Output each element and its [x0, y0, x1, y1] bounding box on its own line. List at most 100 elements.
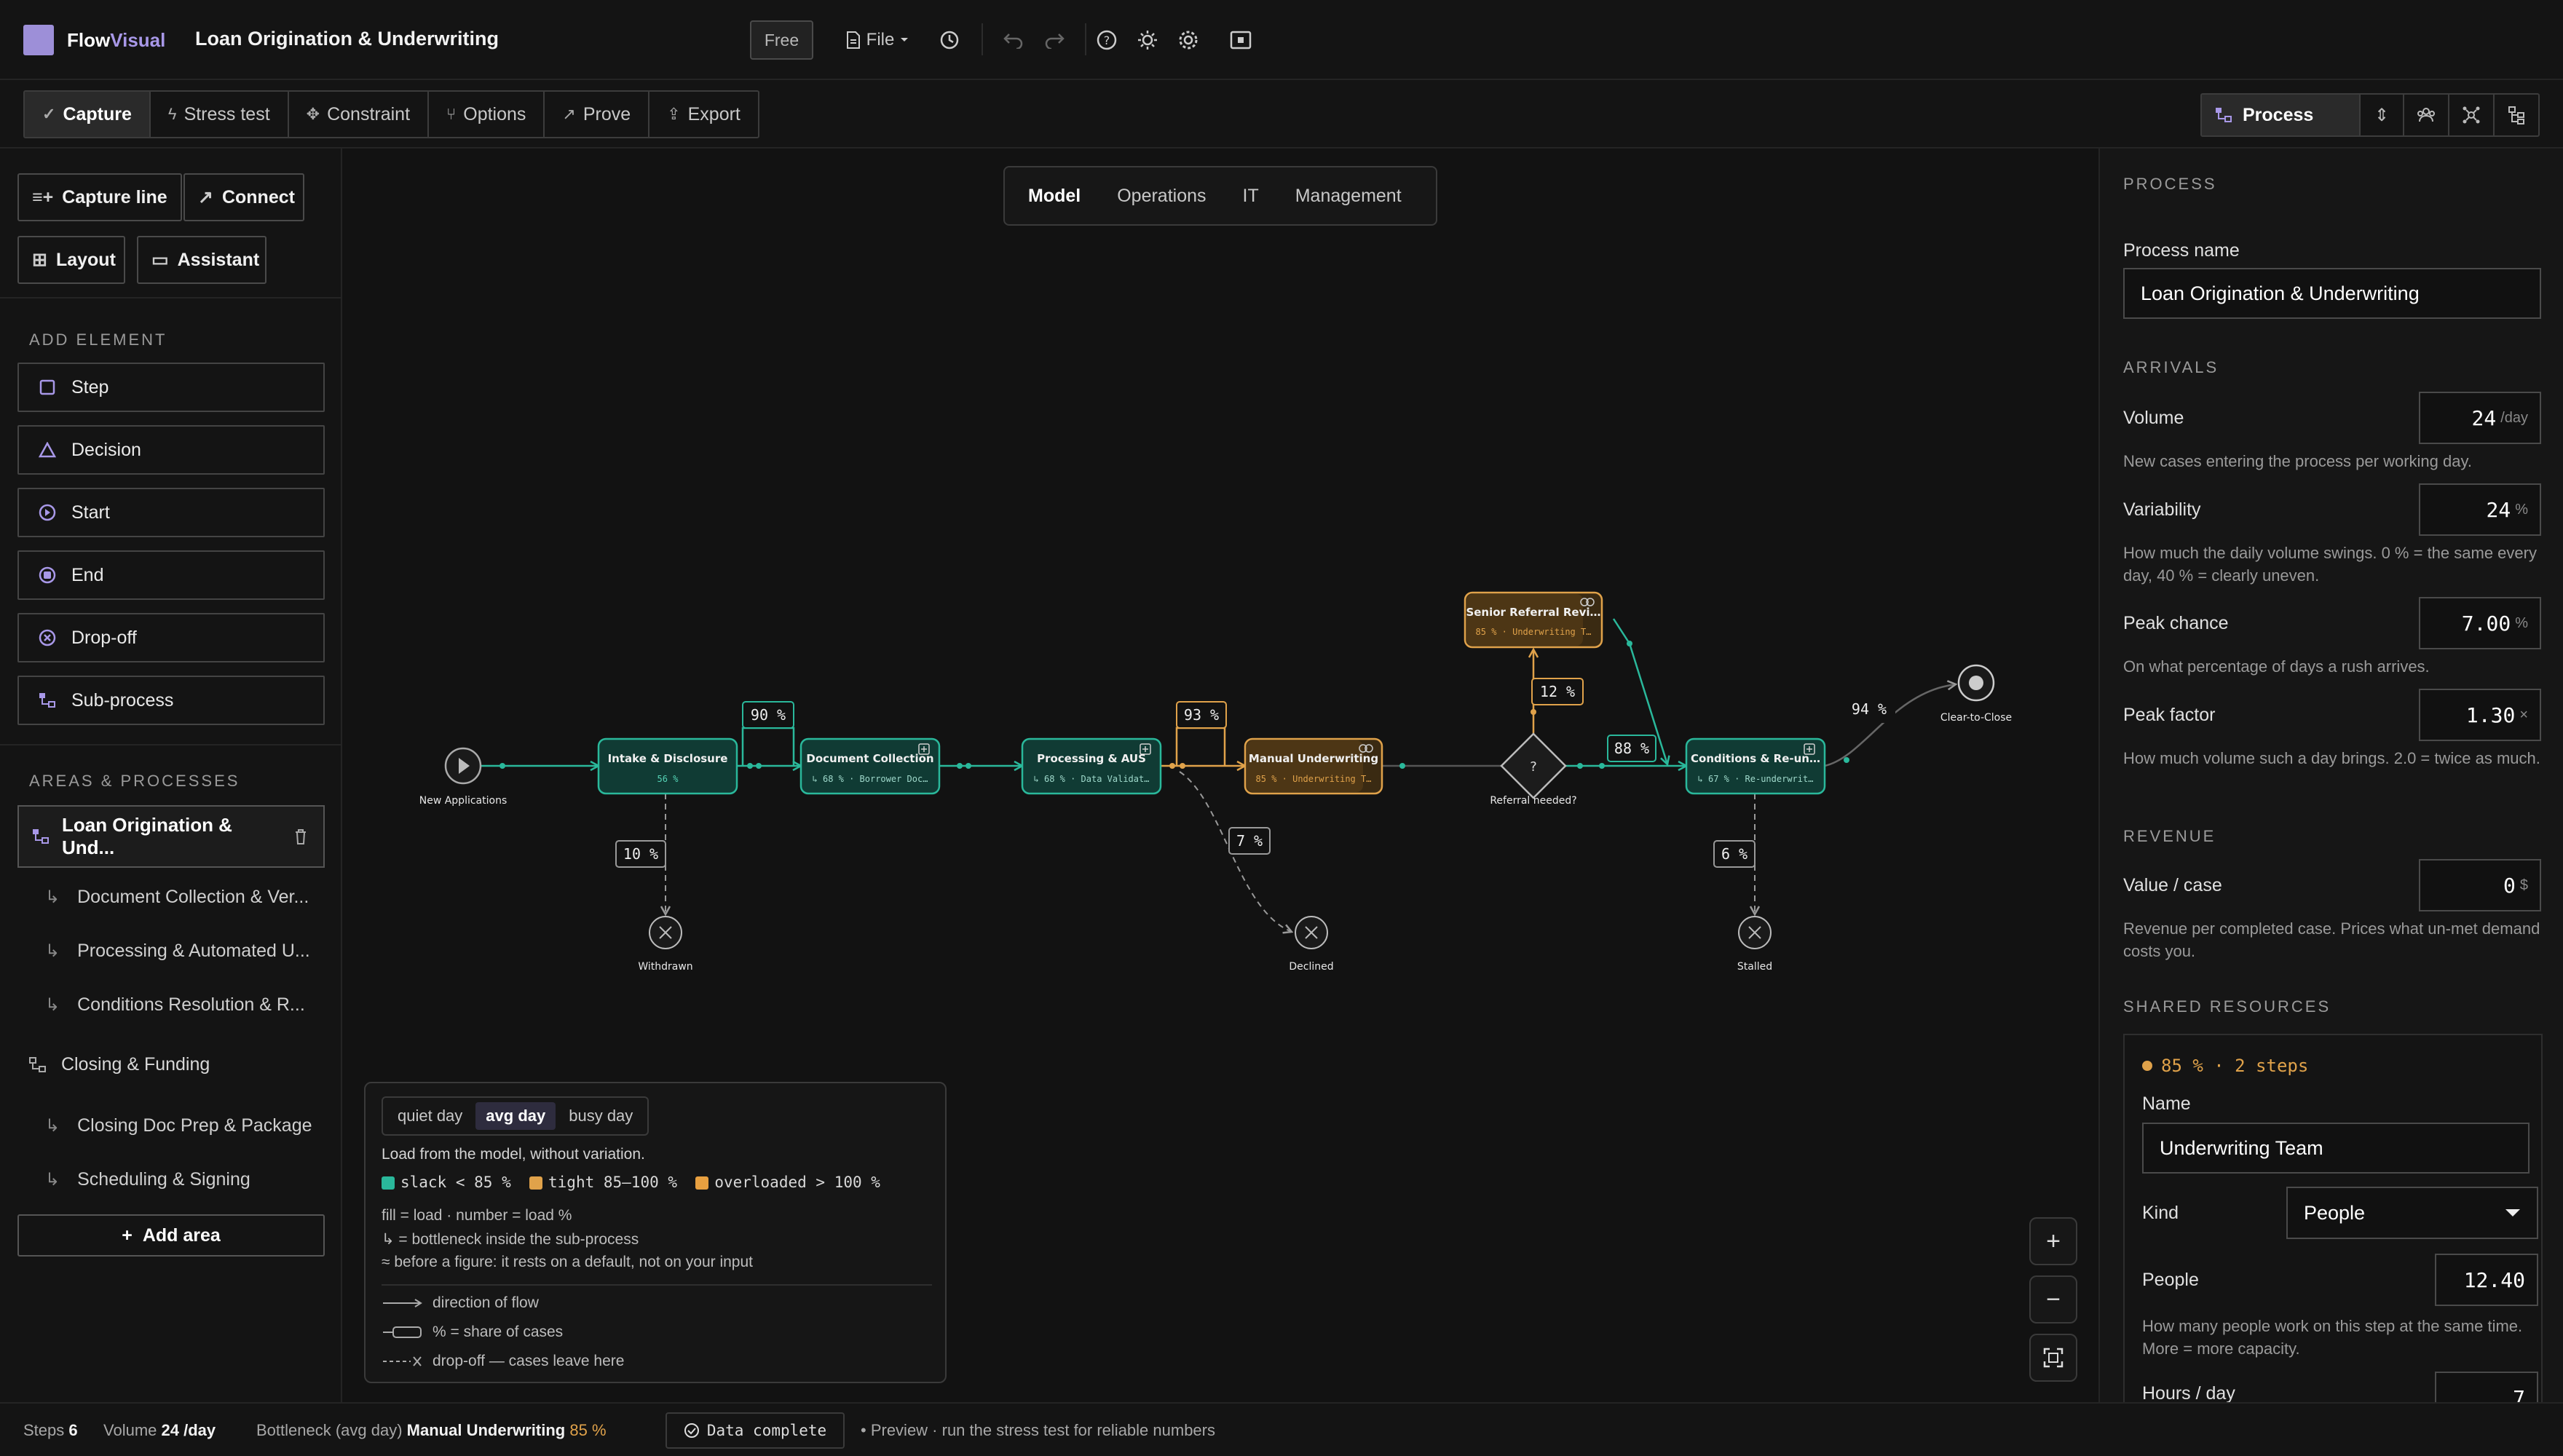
volume-input[interactable]: 24/day	[2419, 392, 2541, 444]
revenue-heading: REVENUE	[2123, 827, 2216, 845]
gear-icon[interactable]	[1174, 22, 1203, 58]
capture-line-button[interactable]: ≡+ Capture line	[17, 173, 182, 221]
file-menu[interactable]: File	[837, 22, 917, 58]
subprocess-item[interactable]: ↳ Conditions Resolution & R...	[45, 994, 305, 1016]
toolbar-divider	[982, 23, 983, 55]
play-circle-icon	[38, 503, 57, 522]
area-item-closing[interactable]: Closing & Funding	[29, 1054, 210, 1075]
plus-icon: +	[122, 1224, 133, 1246]
overloaded-label: overloaded > 100 %	[714, 1174, 880, 1191]
sort-icon[interactable]: ⇕	[2359, 95, 2403, 135]
mode-export[interactable]: ⇪ Export	[649, 92, 758, 137]
svg-text:90 %: 90 %	[751, 706, 786, 724]
decision-referral-needed: ? Referral needed?	[1490, 732, 1577, 807]
undo-icon[interactable]	[999, 22, 1028, 58]
resource-summary: 85 % · 2 steps	[2142, 1056, 2308, 1076]
edge-label-94: 94 %	[1843, 695, 1895, 723]
day-option-busy[interactable]: busy day	[558, 1102, 643, 1130]
mode-options[interactable]: ⑂ Options	[429, 92, 545, 137]
add-subprocess-button[interactable]: Sub-process	[17, 676, 325, 725]
process-name-input[interactable]: Loan Origination & Underwriting	[2123, 268, 2541, 319]
trend-icon: ↗	[562, 105, 576, 123]
svg-text:6 %: 6 %	[1721, 845, 1748, 863]
present-icon[interactable]	[1226, 22, 1255, 58]
day-option-avg[interactable]: avg day	[475, 1102, 556, 1130]
subprocess-item[interactable]: ↳ Document Collection & Ver...	[45, 887, 309, 908]
mode-constraint[interactable]: ✥ Constraint	[289, 92, 430, 137]
input-value: 7.00	[2461, 611, 2511, 636]
team-icon[interactable]	[2403, 95, 2448, 135]
fit-icon	[2043, 1348, 2064, 1368]
day-option-quiet[interactable]: quiet day	[387, 1102, 473, 1130]
element-label: End	[71, 564, 104, 585]
peak-factor-input[interactable]: 1.30 ×	[2419, 689, 2541, 741]
add-dropoff-button[interactable]: Drop-off	[17, 613, 325, 662]
edge-label-93: 93 %	[1176, 701, 1227, 729]
variability-input[interactable]: 24%	[2419, 483, 2541, 536]
button-label: Capture line	[62, 186, 167, 207]
edge-loop-93	[1175, 727, 1226, 766]
history-icon[interactable]	[935, 22, 964, 58]
kind-select[interactable]: People	[2286, 1187, 2538, 1239]
dropoff-declined: Declined	[1289, 916, 1334, 973]
process-name-label: Process name	[2123, 240, 2240, 261]
mode-stress-test[interactable]: ϟ Stress test	[151, 92, 289, 137]
add-step-button[interactable]: Step	[17, 363, 325, 412]
resource-name-input[interactable]: Underwriting Team	[2142, 1123, 2530, 1174]
add-decision-button[interactable]: Decision	[17, 425, 325, 475]
x-circle-icon	[38, 628, 57, 647]
zoom-in-button[interactable]: +	[2029, 1217, 2077, 1265]
layout-button[interactable]: ⊞ Layout	[17, 236, 125, 284]
slack-label: slack < 85 %	[400, 1174, 511, 1191]
network-icon[interactable]	[2448, 95, 2493, 135]
plan-badge[interactable]: Free	[750, 20, 813, 60]
view-process[interactable]: Process	[2202, 95, 2359, 135]
people-input[interactable]: 12.40	[2435, 1254, 2538, 1306]
subprocess-document-collection: Document Collection ↳ 68 % · Borrower Do…	[799, 737, 941, 795]
step-intake: Intake & Disclosure 56 %	[597, 737, 738, 795]
subprocess-item[interactable]: ↳ Closing Doc Prep & Package	[45, 1115, 312, 1136]
assistant-button[interactable]: ▭ Assistant	[137, 236, 266, 284]
peak-chance-input[interactable]: 7.00%	[2419, 597, 2541, 649]
divider	[0, 297, 342, 298]
mode-label: Options	[463, 103, 526, 124]
add-start-button[interactable]: Start	[17, 488, 325, 537]
selected-process-item[interactable]: Loan Origination & Und...	[17, 805, 325, 868]
hours-label: Hours / day	[2142, 1383, 2235, 1402]
mode-prove[interactable]: ↗ Prove	[545, 92, 650, 137]
hours-input[interactable]: 7	[2435, 1372, 2538, 1402]
value-case-input[interactable]: 0 $	[2419, 859, 2541, 911]
data-complete-badge[interactable]: Data complete	[666, 1412, 845, 1449]
unit: %	[2515, 614, 2528, 631]
unit: /day	[2500, 409, 2528, 426]
help-icon[interactable]: ?	[1092, 22, 1121, 58]
volume-label: Volume	[2123, 408, 2184, 428]
edge-label-12: 12 %	[1531, 678, 1584, 705]
end-node: Clear-to-Close	[1940, 664, 2012, 724]
add-area-button[interactable]: + Add area	[17, 1214, 325, 1257]
subprocess-item[interactable]: ↳ Processing & Automated U...	[45, 941, 310, 962]
subprocess-label: Conditions Resolution & R...	[77, 994, 305, 1015]
step-load: ↳ 68 % · Borrower Doc…	[813, 774, 928, 784]
fit-view-button[interactable]	[2029, 1334, 2077, 1382]
resource-card: 85 % · 2 steps Name Underwriting Team Ki…	[2123, 1034, 2543, 1402]
redo-icon[interactable]	[1040, 22, 1069, 58]
variability-label: Variability	[2123, 499, 2201, 520]
status-bottleneck: Bottleneck (avg day) Manual Underwriting…	[256, 1421, 607, 1439]
connect-button[interactable]: ↗ Connect	[183, 173, 304, 221]
subprocess-item[interactable]: ↳ Scheduling & Signing	[45, 1169, 250, 1190]
return-arrow-icon: ↳	[45, 887, 60, 907]
input-value: 0	[2503, 873, 2516, 898]
step-load: 85 % · Underwriting T…	[1476, 627, 1592, 637]
svg-text:10 %: 10 %	[623, 845, 658, 863]
dropoff-label: Stalled	[1737, 961, 1772, 973]
mode-capture[interactable]: ✓ Capture	[25, 92, 151, 137]
step-title: Document Collection	[806, 752, 933, 765]
theme-sun-icon[interactable]	[1133, 22, 1162, 58]
element-label: Sub-process	[71, 689, 174, 711]
svg-text:?: ?	[1104, 33, 1110, 47]
zoom-out-button[interactable]: −	[2029, 1275, 2077, 1324]
mode-switcher: ✓ Capture ϟ Stress test ✥ Constraint ⑂ Optio…	[23, 90, 759, 138]
tree-icon[interactable]	[2493, 95, 2538, 135]
add-end-button[interactable]: End	[17, 550, 325, 600]
